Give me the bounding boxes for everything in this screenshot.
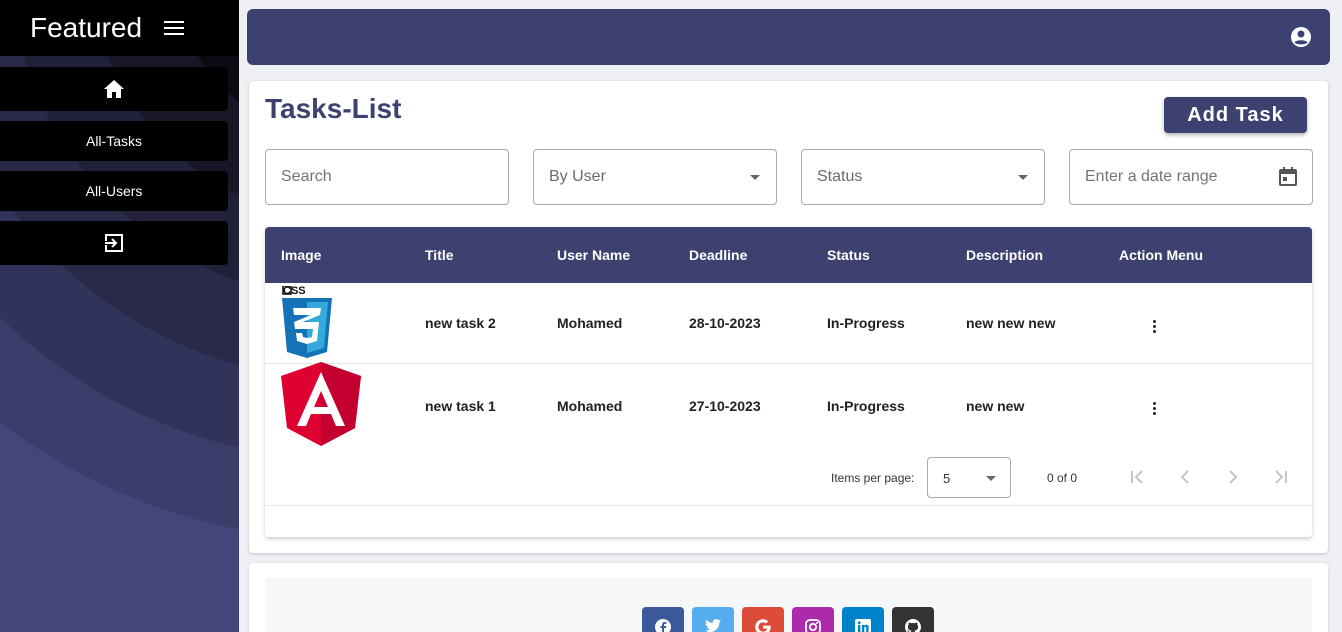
google-icon — [755, 619, 771, 632]
cell-deadline: 27-10-2023 — [689, 397, 761, 414]
svg-text:CSS: CSS — [283, 286, 306, 297]
column-header[interactable]: Deadline — [689, 247, 827, 263]
cell-description: new new — [966, 397, 1025, 414]
calendar-icon[interactable] — [1278, 167, 1298, 187]
table-footer-bar — [265, 505, 1312, 537]
angular-logo — [281, 362, 361, 446]
status-select[interactable]: Status — [801, 149, 1045, 205]
page-size-select[interactable]: 5 — [927, 457, 1011, 498]
facebook-icon — [655, 619, 671, 632]
filters-row: By User Status — [265, 149, 1313, 205]
table-row[interactable]: new task 1 Mohamed 27-10-2023 In-Progres… — [265, 362, 1312, 447]
tasks-card: Tasks-List Add Task By User Status Im — [249, 81, 1328, 553]
date-range-field[interactable] — [1069, 149, 1313, 205]
sidebar-item-all-users[interactable]: All-Users — [0, 171, 228, 211]
more-vert-icon[interactable] — [1149, 316, 1160, 337]
cell-status: In-Progress — [827, 397, 905, 414]
column-header[interactable]: Description — [966, 247, 1119, 263]
column-header[interactable]: Image — [265, 247, 425, 263]
top-bar — [247, 9, 1330, 65]
sidebar-item-home[interactable] — [0, 67, 228, 111]
sidebar-nav: All-Tasks All-Users — [0, 56, 239, 265]
twitter-button[interactable] — [692, 607, 734, 632]
brand-title: Featured — [30, 12, 143, 43]
social-links — [642, 607, 934, 632]
add-task-button[interactable]: Add Task — [1164, 97, 1307, 133]
previous-page-icon[interactable] — [1175, 467, 1195, 487]
sidebar-item-logout[interactable] — [0, 221, 228, 265]
table-row[interactable]: CSS new task 2 Mohamed 28-10-2023 In-Pro… — [265, 283, 1312, 364]
sidebar-item-label: All-Users — [85, 183, 143, 199]
cell-title: new task 1 — [425, 397, 496, 414]
account-circle-icon[interactable] — [1290, 26, 1312, 48]
date-range-input[interactable] — [1085, 168, 1285, 186]
page-range-label: 0 of 0 — [1047, 471, 1078, 485]
instagram-button[interactable] — [792, 607, 834, 632]
cell-status: In-Progress — [827, 315, 905, 331]
cell-title: new task 2 — [425, 315, 496, 331]
github-button[interactable] — [892, 607, 934, 632]
tasks-table: Image Title User Name Deadline Status De… — [265, 227, 1312, 537]
more-vert-icon[interactable] — [1149, 398, 1160, 419]
instagram-icon — [805, 619, 821, 632]
page-title: Tasks-List — [265, 93, 402, 124]
cell-user: Mohamed — [557, 315, 623, 331]
brand-bar: Featured — [0, 0, 239, 56]
next-page-icon[interactable] — [1223, 467, 1243, 487]
search-input[interactable] — [281, 168, 481, 186]
github-icon — [905, 619, 921, 632]
dropdown-arrow-icon — [750, 175, 760, 180]
column-header[interactable]: Status — [827, 247, 966, 263]
css3-logo: CSS — [282, 285, 332, 358]
last-page-icon[interactable] — [1271, 467, 1291, 487]
logout-icon — [104, 234, 123, 252]
google-button[interactable] — [742, 607, 784, 632]
column-header: Action Menu — [1119, 247, 1203, 263]
cell-description: new new new — [966, 315, 1056, 331]
column-header[interactable]: User Name — [557, 247, 689, 263]
linkedin-button[interactable] — [842, 607, 884, 632]
dropdown-arrow-icon — [986, 476, 996, 481]
footer-inner — [265, 578, 1312, 632]
search-field[interactable] — [265, 149, 509, 205]
column-header[interactable]: Title — [425, 247, 557, 263]
paginator: Items per page: 5 0 of 0 — [265, 457, 1312, 498]
sidebar-item-all-tasks[interactable]: All-Tasks — [0, 121, 228, 161]
table-header: Image Title User Name Deadline Status De… — [265, 227, 1312, 283]
sidebar-item-label: All-Tasks — [85, 133, 142, 149]
linkedin-icon — [855, 619, 871, 632]
cell-user: Mohamed — [557, 397, 623, 414]
first-page-icon[interactable] — [1127, 467, 1147, 487]
dropdown-arrow-icon — [1018, 175, 1028, 180]
user-select[interactable]: By User — [533, 149, 777, 205]
page-size-value: 5 — [943, 471, 951, 486]
facebook-button[interactable] — [642, 607, 684, 632]
cell-deadline: 28-10-2023 — [689, 315, 761, 331]
status-select-label: Status — [817, 168, 863, 185]
footer — [249, 563, 1328, 632]
home-icon — [104, 80, 124, 98]
sidebar: Featured All-Tasks All-Users — [0, 0, 239, 632]
items-per-page-label: Items per page: — [831, 471, 915, 485]
twitter-icon — [705, 619, 721, 632]
user-select-label: By User — [549, 168, 606, 185]
hamburger-menu-icon[interactable] — [164, 21, 185, 35]
